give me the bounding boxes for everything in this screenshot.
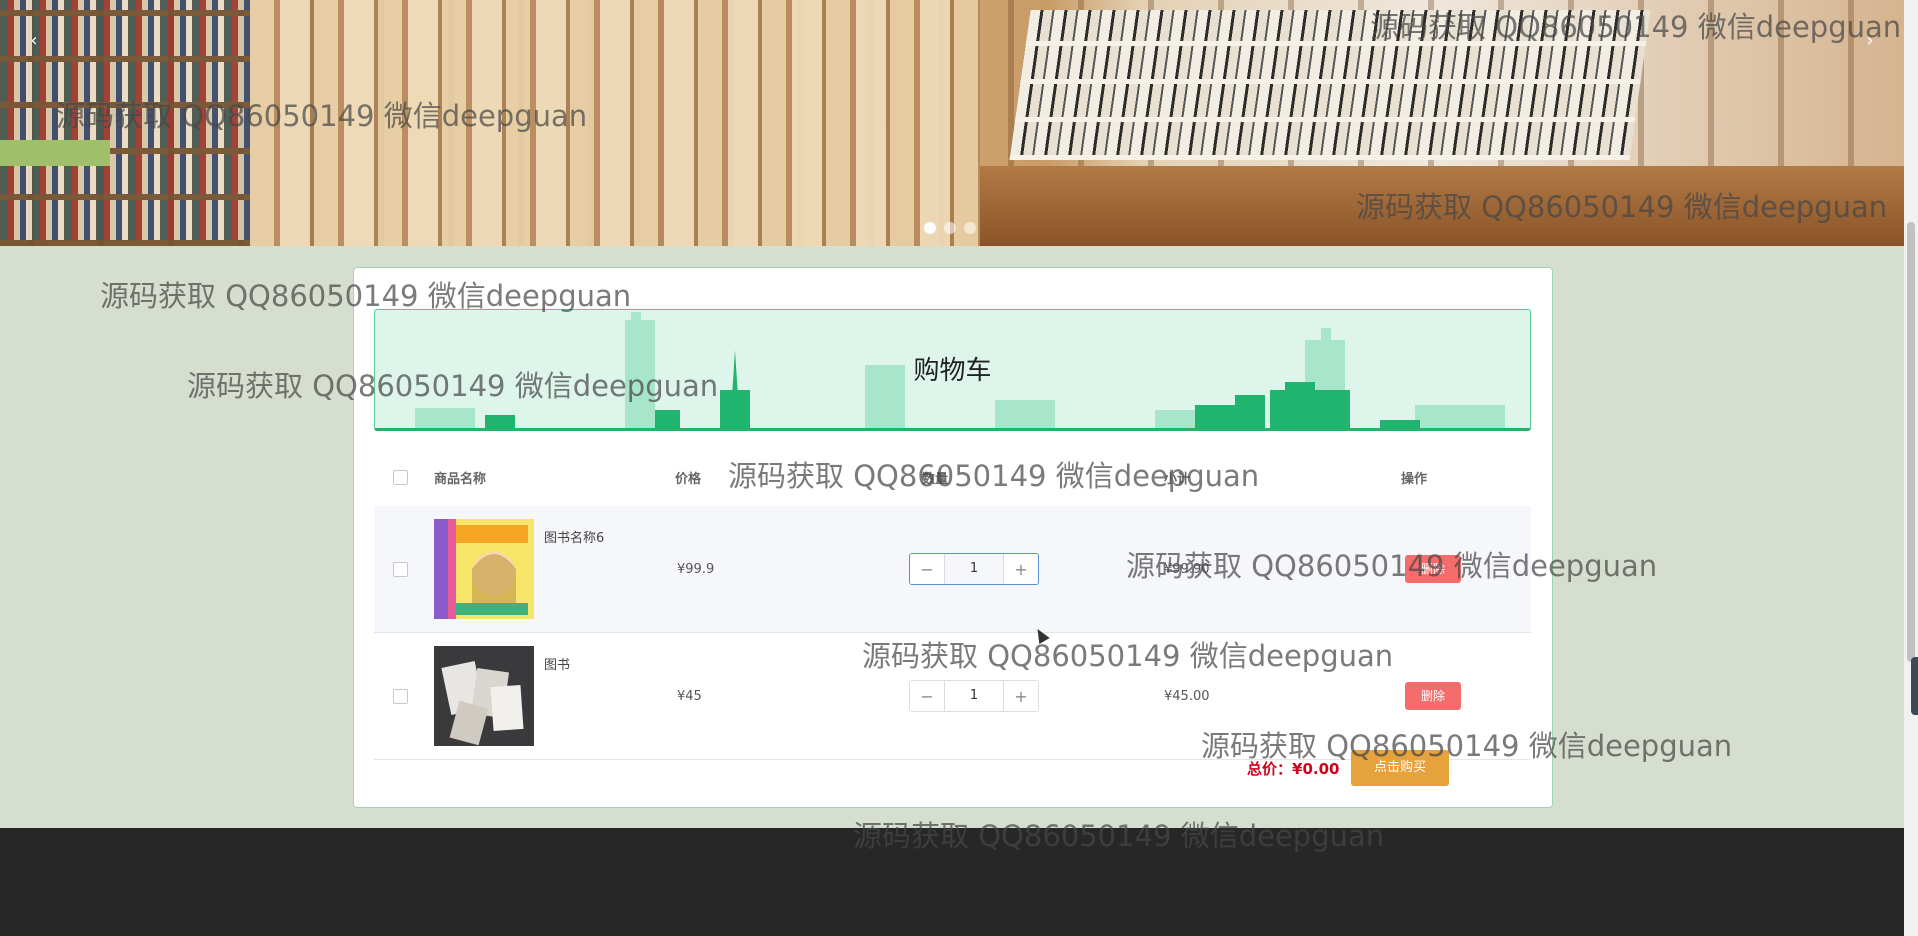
delete-button[interactable]: 删除 (1405, 555, 1461, 583)
increase-quantity-button[interactable]: + (1003, 554, 1038, 584)
cart-table-header: 商品名称 价格 数量 小计 操作 (374, 448, 1531, 506)
book-cover-image[interactable] (434, 519, 534, 619)
decrease-quantity-button[interactable]: − (910, 554, 945, 584)
total-value: ¥0.00 (1292, 760, 1340, 778)
column-header-name: 商品名称 (434, 471, 487, 487)
column-header-price: 价格 (675, 471, 702, 487)
product-name[interactable]: 图书 (544, 654, 570, 673)
book-cover-image[interactable] (434, 646, 534, 746)
product-price: ¥45 (674, 632, 908, 760)
page-footer (0, 828, 1904, 936)
cart-table: 商品名称 价格 数量 小计 操作 图书名称6 ¥99.9 − 1 + ¥99.9… (374, 448, 1531, 760)
increase-quantity-button[interactable]: + (1003, 681, 1038, 711)
carousel-indicators (924, 222, 976, 234)
quantity-stepper: − 1 + (909, 680, 1039, 712)
column-header-action: 操作 (1401, 471, 1428, 487)
decrease-quantity-button[interactable]: − (910, 681, 945, 711)
table-row: 图书名称6 ¥99.9 − 1 + ¥99.90 删除 (374, 506, 1531, 633)
product-price: ¥99.9 (674, 506, 908, 633)
quantity-input[interactable]: 1 (945, 681, 1003, 711)
cart-card: 购物车 商品名称 价格 数量 小计 操作 图书名称6 ¥99.9 − 1 + ¥… (353, 267, 1553, 808)
banner-bench (0, 140, 110, 166)
scrollbar-thumb[interactable] (1907, 222, 1915, 662)
side-floating-tab[interactable] (1911, 657, 1918, 715)
buy-button[interactable]: 点击购买 (1351, 750, 1449, 786)
banner-floor (980, 166, 1904, 246)
carousel-prev-icon[interactable]: ‹ (24, 30, 44, 51)
carousel-dot-2[interactable] (944, 222, 956, 234)
carousel-dot-3[interactable] (964, 222, 976, 234)
total-label: 总价： (1247, 760, 1293, 778)
table-row: 图书 ¥45 − 1 + ¥45.00 删除 (374, 632, 1531, 760)
product-subtotal: ¥45.00 (1163, 632, 1400, 760)
quantity-input[interactable]: 1 (945, 554, 1003, 584)
product-name[interactable]: 图书名称6 (544, 527, 604, 546)
total-price: 总价：¥0.00 (1247, 758, 1339, 779)
banner-pillars (250, 0, 980, 246)
delete-button[interactable]: 删除 (1405, 682, 1461, 710)
select-all-checkbox[interactable] (393, 469, 408, 485)
carousel-next-icon[interactable]: › (1860, 30, 1880, 51)
banner-bookshelf-right (1009, 10, 1651, 160)
column-header-quantity: 数量 (922, 471, 949, 487)
carousel-dot-1[interactable] (924, 222, 936, 234)
product-subtotal: ¥99.90 (1163, 506, 1400, 633)
banner-carousel: ‹ › (0, 0, 1904, 246)
row-checkbox[interactable] (393, 561, 408, 577)
cart-header-banner: 购物车 (374, 309, 1531, 431)
column-header-subtotal: 小计 (1164, 471, 1191, 487)
cart-title: 购物车 (913, 356, 992, 386)
quantity-stepper: − 1 + (909, 553, 1039, 585)
row-checkbox[interactable] (393, 688, 408, 704)
